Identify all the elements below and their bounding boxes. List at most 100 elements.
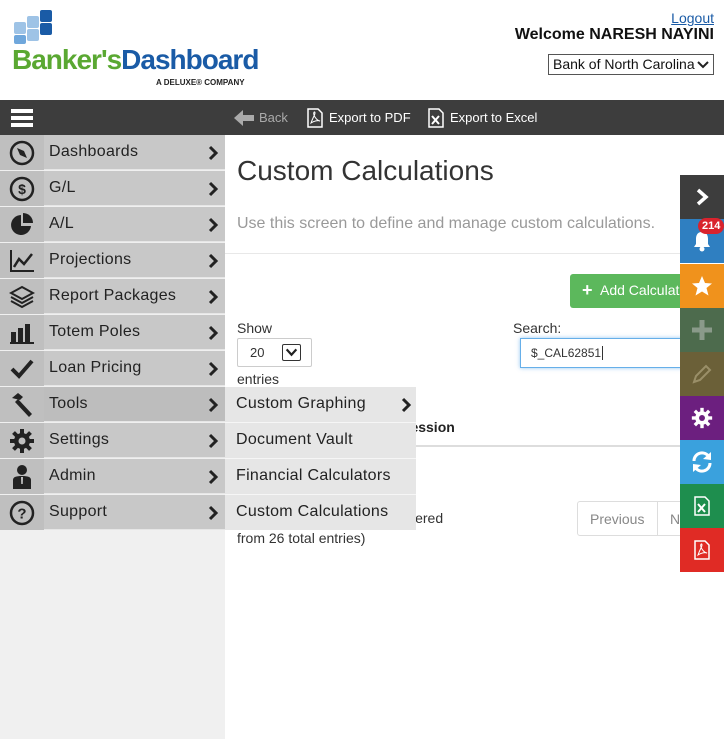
chevron-right-icon: [208, 181, 219, 197]
notifications-button[interactable]: 214: [680, 218, 724, 263]
back-button[interactable]: Back: [234, 100, 288, 135]
search-input-value: $_CAL62851: [531, 346, 602, 360]
sidebar-item-label: Admin: [49, 467, 96, 484]
sidebar-item-loan-pricing[interactable]: Loan Pricing: [0, 351, 225, 386]
chevron-right-icon: [208, 433, 219, 449]
bank-select[interactable]: Bank of North Carolina: [548, 54, 714, 75]
bankers-dashboard-logo[interactable]: Banker'sDashboard A DELUXE® COMPANY: [10, 8, 270, 92]
dollar-icon: $: [9, 176, 35, 201]
export-pdf-button[interactable]: Export to PDF: [306, 100, 411, 135]
chevron-right-icon: [208, 253, 219, 269]
page-description: Use this screen to define and manage cus…: [237, 215, 656, 232]
gear-icon: [10, 428, 34, 453]
export-pdf-rail-button[interactable]: [680, 528, 724, 572]
page-size-value: 20: [250, 345, 265, 360]
chevron-right-icon: [208, 505, 219, 521]
submenu-item-financial-calculators[interactable]: Financial Calculators: [225, 459, 416, 495]
chevron-right-icon: [208, 217, 219, 233]
logo-text: Banker'sDashboard: [12, 44, 259, 75]
export-excel-rail-button[interactable]: [680, 484, 724, 528]
sidebar-item-gl[interactable]: $ G/L: [0, 171, 225, 206]
layers-icon: [9, 285, 35, 308]
chevron-right-icon: [208, 469, 219, 485]
toolbar: Back Export to PDF Export to Excel: [0, 100, 724, 135]
sidebar-item-label: Projections: [49, 251, 132, 268]
plus-icon: +: [582, 280, 593, 300]
sidebar-item-label: Loan Pricing: [49, 359, 142, 376]
svg-text:$: $: [18, 181, 26, 197]
sidebar-item-label: Support: [49, 503, 108, 520]
export-pdf-label: Export to PDF: [329, 110, 411, 125]
excel-file-icon: [428, 107, 444, 128]
gear-icon: [691, 407, 713, 429]
submenu-item-custom-calculations[interactable]: Custom Calculations: [225, 495, 416, 531]
logout-link[interactable]: Logout: [671, 10, 714, 26]
edit-button[interactable]: [680, 352, 724, 396]
add-button[interactable]: [680, 308, 724, 352]
svg-text:?: ?: [17, 505, 26, 522]
sidebar-item-settings[interactable]: Settings: [0, 423, 225, 458]
star-icon: [692, 276, 712, 296]
search-label: Search:: [513, 320, 562, 336]
sidebar-item-report-packages[interactable]: Report Packages: [0, 279, 225, 314]
show-label: Show: [237, 320, 273, 336]
submenu-item-label: Custom Graphing: [236, 395, 366, 412]
refresh-button[interactable]: [680, 440, 724, 484]
sidebar-item-projections[interactable]: Projections: [0, 243, 225, 278]
submenu-item-label: Custom Calculations: [236, 503, 389, 520]
sidebar-item-totem-poles[interactable]: Totem Poles: [0, 315, 225, 350]
notification-count-badge: 214: [698, 218, 724, 234]
favorites-button[interactable]: [680, 264, 724, 308]
previous-page-button[interactable]: Previous: [578, 502, 658, 535]
chevron-right-icon: [208, 397, 219, 413]
submenu-item-label: Financial Calculators: [236, 467, 391, 484]
line-chart-icon: [10, 249, 34, 272]
compass-icon: [9, 140, 35, 165]
entries-label: entries: [237, 371, 280, 387]
divider: [225, 253, 724, 254]
settings-button[interactable]: [680, 396, 724, 440]
bar-chart-icon: [10, 323, 34, 344]
tools-submenu: Custom Graphing Document Vault Financial…: [225, 387, 416, 530]
export-excel-label: Export to Excel: [450, 110, 538, 125]
refresh-icon: [692, 451, 712, 473]
chevron-down-icon: [282, 344, 301, 361]
page-title: Custom Calculations: [237, 155, 494, 186]
check-icon: [10, 359, 34, 379]
excel-file-icon: [694, 496, 710, 516]
sidebar-item-label: Report Packages: [49, 287, 177, 304]
submenu-item-custom-graphing[interactable]: Custom Graphing: [225, 387, 416, 423]
arrow-left-icon: [234, 109, 254, 126]
chevron-right-icon: [208, 289, 219, 305]
sidebar: Dashboards $ G/L A/L Projections Report …: [0, 135, 225, 739]
export-excel-button[interactable]: Export to Excel: [427, 100, 537, 135]
sidebar-item-support[interactable]: ? Support: [0, 495, 225, 530]
pdf-file-icon: [307, 107, 323, 128]
sidebar-item-label: Settings: [49, 431, 110, 448]
sidebar-item-dashboards[interactable]: Dashboards: [0, 135, 225, 170]
submenu-item-label: Document Vault: [236, 431, 353, 448]
sidebar-item-label: A/L: [49, 215, 74, 232]
sidebar-item-tools[interactable]: Tools: [0, 387, 225, 422]
next-page-button[interactable]: N: [658, 502, 680, 535]
header: Banker'sDashboard A DELUXE® COMPANY Logo…: [0, 0, 724, 100]
pdf-file-icon: [694, 540, 710, 560]
pencil-icon: [692, 364, 712, 384]
chevron-down-icon: [697, 61, 709, 69]
bank-select-value: Bank of North Carolina: [553, 56, 695, 72]
page-size-select[interactable]: 20: [237, 338, 312, 367]
sidebar-item-label: Dashboards: [49, 143, 139, 160]
hamburger-menu-icon[interactable]: [11, 109, 33, 127]
expand-rail-button[interactable]: [680, 175, 724, 219]
chevron-right-icon: [208, 361, 219, 377]
question-icon: ?: [9, 500, 35, 525]
sidebar-item-label: Totem Poles: [49, 323, 141, 340]
table-info-line2: from 26 total entries): [237, 530, 366, 546]
sidebar-item-al[interactable]: A/L: [0, 207, 225, 242]
sidebar-item-admin[interactable]: Admin: [0, 459, 225, 494]
submenu-item-document-vault[interactable]: Document Vault: [225, 423, 416, 459]
right-action-rail: 214: [680, 175, 724, 573]
logo-subtitle: A DELUXE® COMPANY: [156, 78, 245, 87]
chevron-right-icon: [208, 325, 219, 341]
pie-chart-icon: [11, 212, 33, 235]
